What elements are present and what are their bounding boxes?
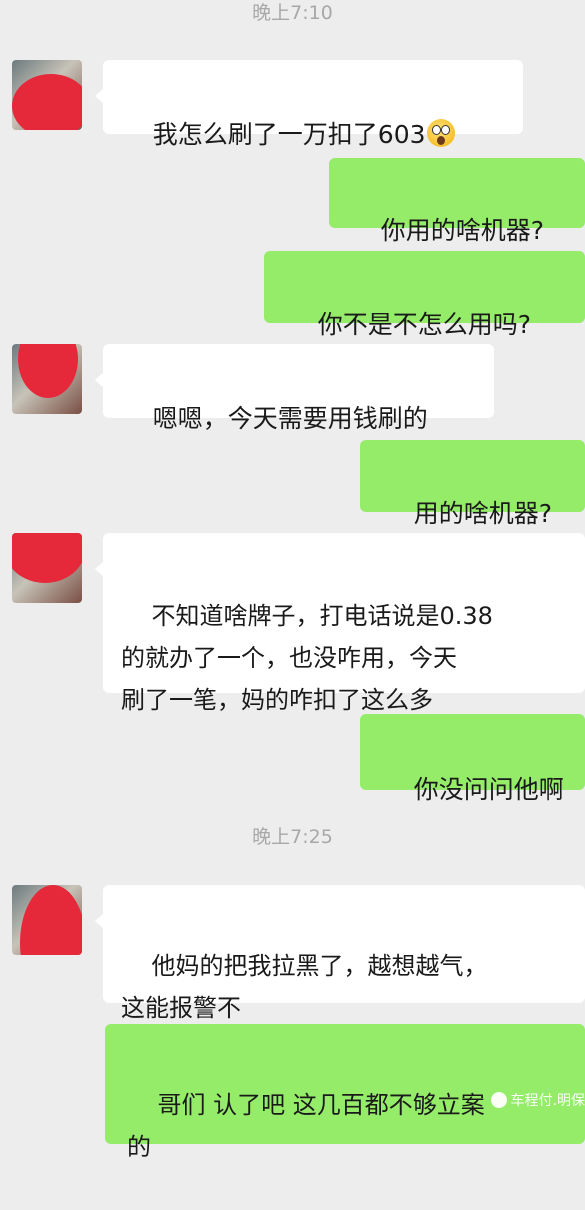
message-bubble-outgoing[interactable]: 你用的啥机器? (329, 158, 585, 245)
message-bubble-outgoing[interactable]: 你不是不怎么用吗? (264, 251, 585, 339)
message-bubble-outgoing[interactable]: 你没问问他啊 (360, 714, 585, 804)
message-text: 你用的啥机器? (380, 216, 545, 245)
redaction-mark (12, 533, 82, 583)
message-text: 用的啥机器? (413, 499, 553, 528)
message-bubble-incoming[interactable]: 我怎么刷了一万扣了603 (103, 60, 523, 149)
message-bubble-outgoing[interactable]: 用的啥机器? (360, 440, 585, 528)
timestamp: 晚上7:10 (252, 2, 333, 24)
message-bubble-incoming[interactable]: 嗯嗯，今天需要用钱刷的 (103, 344, 494, 433)
wechat-icon (490, 1092, 507, 1108)
message-text: 嗯嗯，今天需要用钱刷的 (152, 404, 428, 433)
message-text: 我怎么刷了一万扣了603 (152, 120, 426, 149)
watermark: 车程付.明保 (490, 1090, 585, 1110)
message-text: 不知道啥牌子，打电话说是0.38 的就办了一个，也没咋用，今天 刷了一笔，妈的咋… (121, 602, 493, 714)
redaction-mark (12, 74, 82, 130)
timestamp: 晚上7:25 (252, 826, 333, 848)
avatar[interactable] (12, 885, 82, 955)
astonished-emoji-icon (426, 119, 455, 147)
avatar[interactable] (12, 344, 82, 414)
message-bubble-outgoing[interactable]: 哥们 认了吧 这几百都不够立案 的 (105, 1024, 585, 1161)
message-text: 他妈的把我拉黑了，越想越气， 这能报警不 (121, 952, 488, 1022)
message-text: 你不是不怎么用吗? (317, 310, 532, 339)
chat-conversation[interactable]: 晚上7:10 我怎么刷了一万扣了603 你用的啥机器? 你不是不怎么用吗? 嗯嗯… (0, 0, 585, 1161)
message-bubble-incoming[interactable]: 不知道啥牌子，打电话说是0.38 的就办了一个，也没咋用，今天 刷了一笔，妈的咋… (103, 533, 585, 714)
message-bubble-incoming[interactable]: 他妈的把我拉黑了，越想越气， 这能报警不 (103, 885, 585, 1022)
redaction-mark (18, 344, 78, 398)
watermark-text: 车程付.明保 (510, 1093, 585, 1109)
avatar[interactable] (12, 60, 82, 130)
redaction-mark (20, 885, 82, 955)
message-text: 哥们 认了吧 这几百都不够立案 的 (127, 1091, 485, 1161)
avatar[interactable] (12, 533, 82, 603)
message-text: 你没问问他啊 (413, 775, 564, 804)
